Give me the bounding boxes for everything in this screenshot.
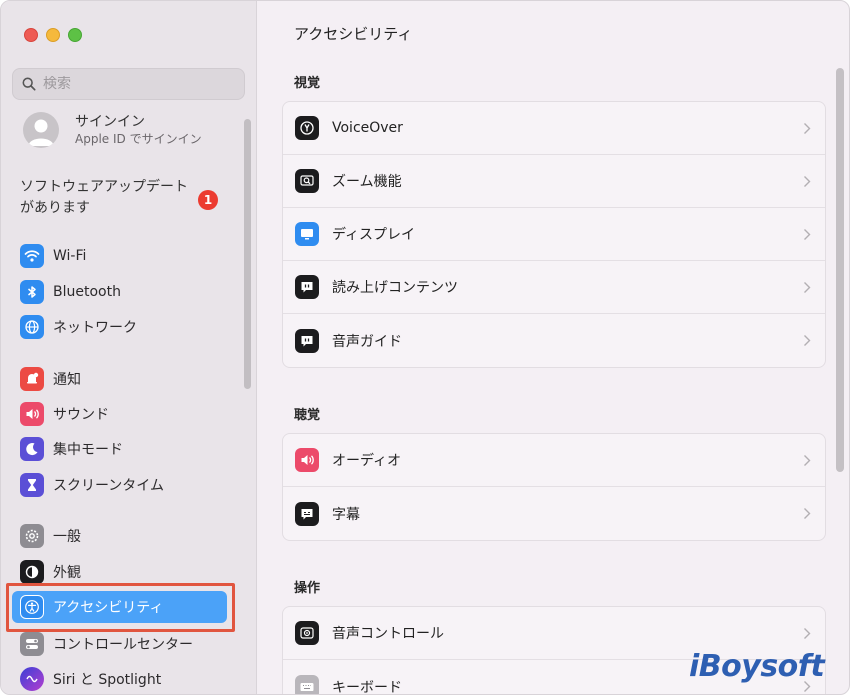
group-vision: VoiceOver ズーム機能 ディスプレイ 読み上げコンテンツ 音声ガイド	[282, 101, 826, 368]
sidebar-item-siri-spotlight[interactable]: Siri と Spotlight	[20, 666, 161, 692]
siri-icon	[20, 667, 44, 691]
section-title-motor: 操作	[294, 581, 321, 596]
sidebar-item-wifi[interactable]: Wi-Fi	[20, 243, 86, 269]
sidebar-item-notifications[interactable]: 通知	[20, 366, 81, 392]
zoom-icon	[295, 169, 319, 193]
captions-icon	[295, 501, 319, 526]
settings-window: サインイン Apple ID でサインイン ソフトウェアアップデートがあります …	[0, 0, 850, 695]
hourglass-icon	[20, 473, 44, 497]
bluetooth-icon	[20, 280, 44, 304]
update-badge: 1	[198, 190, 218, 210]
sidebar-item-screen-time[interactable]: スクリーンタイム	[20, 472, 164, 498]
row-label: オーディオ	[332, 453, 402, 469]
row-label: 読み上げコンテンツ	[332, 280, 458, 296]
search-field[interactable]	[12, 68, 245, 100]
zoom-button[interactable]	[68, 28, 82, 42]
sidebar-item-label: 集中モード	[53, 442, 123, 458]
gear-icon	[20, 524, 44, 548]
account-signin[interactable]: サインイン Apple ID でサインイン	[23, 112, 202, 148]
audio-icon	[295, 448, 319, 472]
chevron-right-icon	[804, 455, 811, 466]
sidebar-item-label: スクリーンタイム	[53, 478, 165, 494]
minimize-button[interactable]	[46, 28, 60, 42]
sidebar-scrollbar[interactable]	[244, 119, 251, 389]
page-title: アクセシビリティ	[294, 25, 413, 43]
sidebar-item-label: 外観	[53, 565, 81, 581]
row-label: ディスプレイ	[332, 227, 416, 243]
row-label: VoiceOver	[332, 120, 403, 136]
content-pane: アクセシビリティ 視覚 VoiceOver ズーム機能 ディスプレイ 読み上げコ…	[258, 1, 849, 695]
display-icon	[295, 222, 319, 246]
globe-icon	[20, 315, 44, 339]
moon-icon	[20, 437, 44, 461]
sidebar-item-label: ネットワーク	[53, 320, 137, 336]
chevron-right-icon	[804, 123, 811, 134]
chevron-right-icon	[804, 508, 811, 519]
section-title-vision: 視覚	[294, 76, 321, 91]
software-update-item[interactable]: ソフトウェアアップデートがあります	[20, 177, 200, 219]
row-spoken-content[interactable]: 読み上げコンテンツ	[283, 261, 825, 314]
sidebar-item-label: Bluetooth	[53, 284, 121, 300]
appearance-icon	[20, 560, 44, 584]
sidebar-item-label: Siri と Spotlight	[53, 672, 162, 688]
sidebar-item-bluetooth[interactable]: Bluetooth	[20, 279, 121, 305]
descriptions-icon	[295, 328, 319, 353]
sidebar: サインイン Apple ID でサインイン ソフトウェアアップデートがあります …	[1, 1, 257, 694]
watermark-logo: iBoysoft	[689, 649, 825, 684]
control-center-icon	[20, 632, 44, 656]
row-label: 字幕	[332, 506, 360, 523]
avatar-icon	[23, 112, 59, 148]
sidebar-item-control-center[interactable]: コントロールセンター	[20, 631, 193, 657]
row-audio[interactable]: オーディオ	[283, 434, 825, 487]
chevron-right-icon	[804, 628, 811, 639]
sidebar-item-appearance[interactable]: 外観	[20, 559, 81, 585]
spoken-content-icon	[295, 275, 319, 299]
sidebar-item-label: サウンド	[53, 407, 109, 423]
sidebar-item-focus[interactable]: 集中モード	[20, 436, 123, 462]
window-controls	[24, 28, 82, 42]
speaker-icon	[20, 402, 44, 426]
wifi-icon	[20, 244, 44, 268]
row-label: 音声コントロール	[332, 626, 444, 642]
sidebar-item-label: Wi-Fi	[53, 248, 87, 264]
row-voiceover[interactable]: VoiceOver	[283, 102, 825, 155]
sidebar-item-general[interactable]: 一般	[20, 523, 81, 549]
row-captions[interactable]: 字幕	[283, 487, 825, 540]
voice-control-icon	[295, 621, 319, 645]
sidebar-item-label: 一般	[53, 529, 81, 545]
close-button[interactable]	[24, 28, 38, 42]
sidebar-item-label: コントロールセンター	[53, 637, 193, 653]
magnifier-icon	[22, 77, 36, 91]
row-display[interactable]: ディスプレイ	[283, 208, 825, 261]
content-scrollbar[interactable]	[836, 68, 844, 472]
bell-icon	[20, 367, 44, 391]
row-audio-descriptions[interactable]: 音声ガイド	[283, 314, 825, 367]
group-hearing: オーディオ 字幕	[282, 433, 826, 541]
section-title-hearing: 聴覚	[294, 408, 321, 423]
row-label: ズーム機能	[332, 174, 402, 190]
row-zoom[interactable]: ズーム機能	[283, 155, 825, 208]
row-label: 音声ガイド	[332, 333, 402, 350]
sidebar-item-label: 通知	[53, 372, 81, 388]
chevron-right-icon	[804, 176, 811, 187]
row-label: キーボード	[332, 679, 402, 695]
chevron-right-icon	[804, 229, 811, 240]
sidebar-item-network[interactable]: ネットワーク	[20, 314, 137, 340]
keyboard-icon	[295, 674, 319, 694]
chevron-right-icon	[804, 335, 811, 346]
voiceover-icon	[295, 116, 319, 140]
signin-title: サインイン	[75, 114, 145, 130]
signin-subtitle: Apple ID でサインイン	[75, 132, 202, 146]
search-input[interactable]	[43, 76, 223, 92]
chevron-right-icon	[804, 282, 811, 293]
sidebar-item-sound[interactable]: サウンド	[20, 401, 109, 427]
highlight-annotation-box	[6, 583, 235, 632]
